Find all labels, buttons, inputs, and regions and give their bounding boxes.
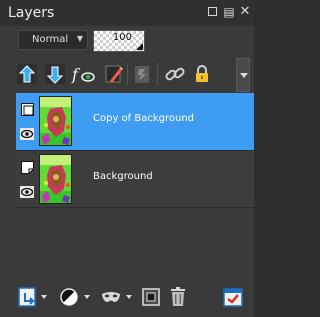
- layers-bottom-bar: [0, 283, 254, 313]
- restore-icon[interactable]: [207, 6, 219, 18]
- merge-down-icon[interactable]: [44, 63, 66, 85]
- opacity-field[interactable]: 100: [93, 30, 145, 52]
- layer-name: Background: [93, 171, 153, 182]
- chevron-down-icon: [240, 73, 248, 78]
- link-icon[interactable]: [164, 63, 186, 85]
- layers-panel: Layers ▤ ✕ Normal ▼ 100 f Copy of Backgr…: [0, 0, 254, 317]
- layer-list: Copy of Background Background: [16, 93, 254, 208]
- panel-title-bar[interactable]: Layers ▤ ✕: [0, 0, 254, 26]
- eye-icon[interactable]: [20, 183, 34, 198]
- layer-effects-icon[interactable]: f: [71, 63, 95, 85]
- delete-layer-button[interactable]: [168, 286, 188, 308]
- new-layer-button[interactable]: [17, 286, 47, 308]
- layer-properties-button[interactable]: [222, 286, 244, 308]
- new-adjustment-layer-button[interactable]: [58, 286, 90, 308]
- toolbar-separator: [127, 63, 128, 85]
- raster-layer-icon[interactable]: [21, 101, 34, 116]
- lock-icon[interactable]: [191, 63, 213, 85]
- blend-mode-value: Normal: [32, 34, 69, 45]
- chevron-down-icon[interactable]: [126, 295, 132, 299]
- eye-icon[interactable]: [20, 125, 34, 140]
- adjustment-layer-icon[interactable]: [131, 63, 153, 85]
- toolbar-separator: [157, 63, 158, 85]
- new-layer-icon[interactable]: [16, 63, 38, 85]
- mask-icon[interactable]: [103, 63, 125, 85]
- opacity-slider-handle-icon[interactable]: [136, 43, 143, 50]
- chevron-down-icon[interactable]: [41, 295, 47, 299]
- chevron-down-icon[interactable]: [84, 295, 90, 299]
- pin-icon[interactable]: ▤: [223, 6, 235, 18]
- layer-thumbnail: [39, 154, 72, 204]
- svg-text:f: f: [71, 65, 81, 84]
- blend-mode-select[interactable]: Normal ▼: [18, 30, 88, 50]
- panel-title: Layers: [8, 5, 55, 21]
- layer-row-background[interactable]: Background: [16, 151, 254, 208]
- layer-thumbnail: [39, 96, 72, 146]
- background-layer-icon[interactable]: [21, 159, 34, 174]
- layer-row-copy-of-background[interactable]: Copy of Background: [16, 93, 254, 150]
- layers-toolbar: f: [0, 58, 254, 92]
- chevron-down-icon: ▼: [76, 34, 83, 43]
- merge-group-button[interactable]: [141, 286, 161, 308]
- opacity-value: 100: [112, 32, 132, 43]
- close-icon[interactable]: ✕: [239, 5, 251, 18]
- new-mask-button[interactable]: [100, 286, 132, 308]
- layer-name: Copy of Background: [93, 113, 195, 124]
- panel-menu-button[interactable]: [236, 58, 250, 92]
